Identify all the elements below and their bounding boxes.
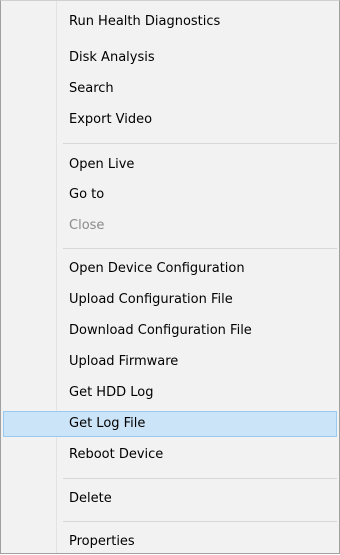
- menu-item-open-live[interactable]: Open Live: [3, 152, 337, 178]
- menu-item-label: Get Log File: [69, 416, 146, 431]
- menu-item-delete[interactable]: Delete: [3, 486, 337, 512]
- menu-item-label: Run Health Diagnostics: [69, 14, 221, 29]
- menu-item-download-configuration-file[interactable]: Download Configuration File: [3, 318, 337, 344]
- menu-item-label: Go to: [69, 187, 105, 202]
- menu-item-export-video[interactable]: Export Video: [3, 107, 337, 133]
- menu-item-label: Open Live: [69, 157, 135, 172]
- menu-item-label: Search: [69, 81, 114, 96]
- menu-item-label: Upload Configuration File: [69, 292, 233, 307]
- menu-item-label: Properties: [69, 534, 135, 549]
- menu-item-label: Close: [69, 218, 105, 233]
- menu-item-get-hdd-log[interactable]: Get HDD Log: [3, 380, 337, 406]
- menu-item-label: Reboot Device: [69, 447, 164, 462]
- menu-item-search[interactable]: Search: [3, 76, 337, 102]
- menu-item-go-to[interactable]: Go to: [3, 182, 337, 208]
- menu-item-label: Delete: [69, 491, 112, 506]
- menu-separator: [63, 521, 337, 522]
- menu-item-label: Disk Analysis: [69, 50, 155, 65]
- menu-item-label: Open Device Configuration: [69, 261, 245, 276]
- menu-item-get-log-file[interactable]: Get Log File: [3, 411, 337, 437]
- menu-item-label: Get HDD Log: [69, 385, 154, 400]
- menu-item-reboot-device[interactable]: Reboot Device: [3, 442, 337, 468]
- menu-separator: [63, 248, 337, 249]
- menu-item-disk-analysis[interactable]: Disk Analysis: [3, 45, 337, 71]
- menu-item-label: Upload Firmware: [69, 354, 179, 369]
- context-menu: Run Health Diagnostics Disk Analysis Sea…: [0, 0, 340, 554]
- menu-separator: [63, 478, 337, 479]
- menu-item-close: Close: [3, 213, 337, 239]
- menu-item-label: Export Video: [69, 112, 153, 127]
- menu-item-label: Download Configuration File: [69, 323, 252, 338]
- menu-item-open-device-configuration[interactable]: Open Device Configuration: [3, 256, 337, 282]
- menu-item-run-health-diagnostics[interactable]: Run Health Diagnostics: [3, 9, 337, 35]
- menu-item-properties[interactable]: Properties: [3, 529, 337, 555]
- menu-separator: [63, 143, 337, 144]
- menu-item-upload-firmware[interactable]: Upload Firmware: [3, 349, 337, 375]
- menu-item-upload-configuration-file[interactable]: Upload Configuration File: [3, 287, 337, 313]
